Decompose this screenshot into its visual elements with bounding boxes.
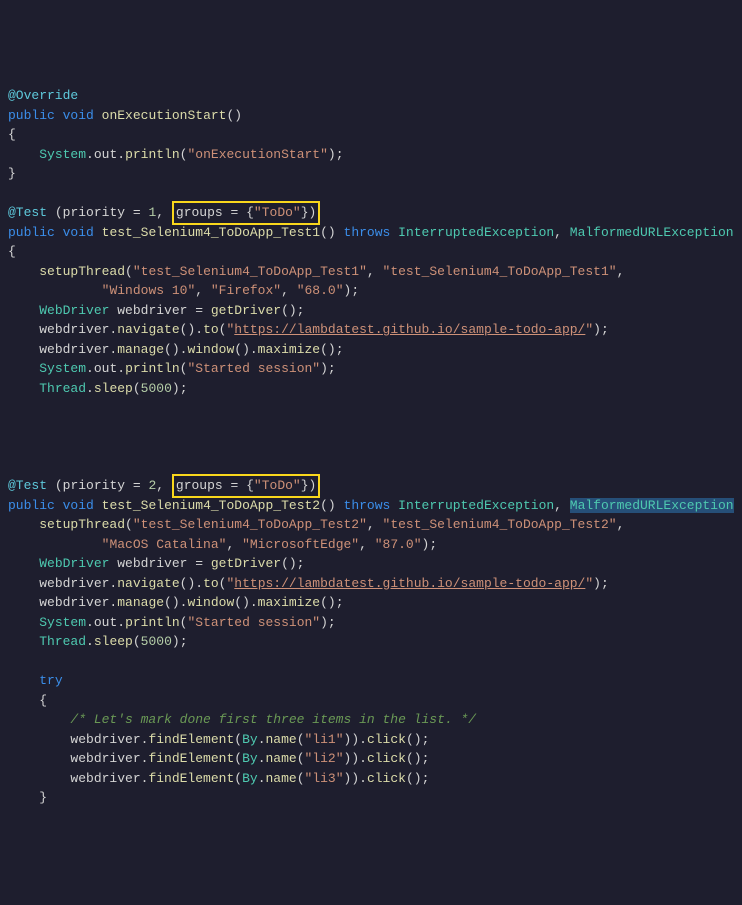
code-line: webdriver.findElement(By.name("li3")).cl… [8, 769, 734, 789]
code-line: WebDriver webdriver = getDriver(); [8, 301, 734, 321]
blank-line [8, 437, 734, 457]
blank-line [8, 457, 734, 477]
code-line: } [8, 164, 734, 184]
code-line: webdriver.findElement(By.name("li2")).cl… [8, 749, 734, 769]
code-editor[interactable]: @Overridepublic void onExecutionStart(){… [8, 86, 734, 808]
selected-text: MalformedURLException [570, 498, 734, 513]
code-line: WebDriver webdriver = getDriver(); [8, 554, 734, 574]
code-line: webdriver.manage().window().maximize(); [8, 340, 734, 360]
code-line: @Test (priority = 1, groups = {"ToDo"}) [8, 203, 734, 223]
code-line: webdriver.navigate().to("https://lambdat… [8, 320, 734, 340]
code-line: { [8, 125, 734, 145]
code-line: setupThread("test_Selenium4_ToDoApp_Test… [8, 515, 734, 535]
code-line: System.out.println("Started session"); [8, 359, 734, 379]
code-line: { [8, 242, 734, 262]
code-line: @Override [8, 86, 734, 106]
annotation: @Override [8, 88, 78, 103]
code-line: @Test (priority = 2, groups = {"ToDo"}) [8, 476, 734, 496]
blank-line [8, 652, 734, 672]
code-line: } [8, 788, 734, 808]
blank-line [8, 184, 734, 204]
code-line: webdriver.findElement(By.name("li1")).cl… [8, 730, 734, 750]
highlight-box: groups = {"ToDo"}) [172, 201, 320, 225]
highlight-box: groups = {"ToDo"}) [172, 474, 320, 498]
code-line: Thread.sleep(5000); [8, 379, 734, 399]
code-line: setupThread("test_Selenium4_ToDoApp_Test… [8, 262, 734, 282]
code-line: { [8, 691, 734, 711]
code-line: webdriver.navigate().to("https://lambdat… [8, 574, 734, 594]
code-line: public void test_Selenium4_ToDoApp_Test2… [8, 496, 734, 516]
code-line: System.out.println("onExecutionStart"); [8, 145, 734, 165]
blank-line [8, 398, 734, 418]
blank-line [8, 418, 734, 438]
code-line: "Windows 10", "Firefox", "68.0"); [8, 281, 734, 301]
code-line: public void test_Selenium4_ToDoApp_Test1… [8, 223, 734, 243]
code-line: System.out.println("Started session"); [8, 613, 734, 633]
code-line: "MacOS Catalina", "MicrosoftEdge", "87.0… [8, 535, 734, 555]
code-line: try [8, 671, 734, 691]
code-line: public void onExecutionStart() [8, 106, 734, 126]
code-line: /* Let's mark done first three items in … [8, 710, 734, 730]
code-line: Thread.sleep(5000); [8, 632, 734, 652]
code-line: webdriver.manage().window().maximize(); [8, 593, 734, 613]
